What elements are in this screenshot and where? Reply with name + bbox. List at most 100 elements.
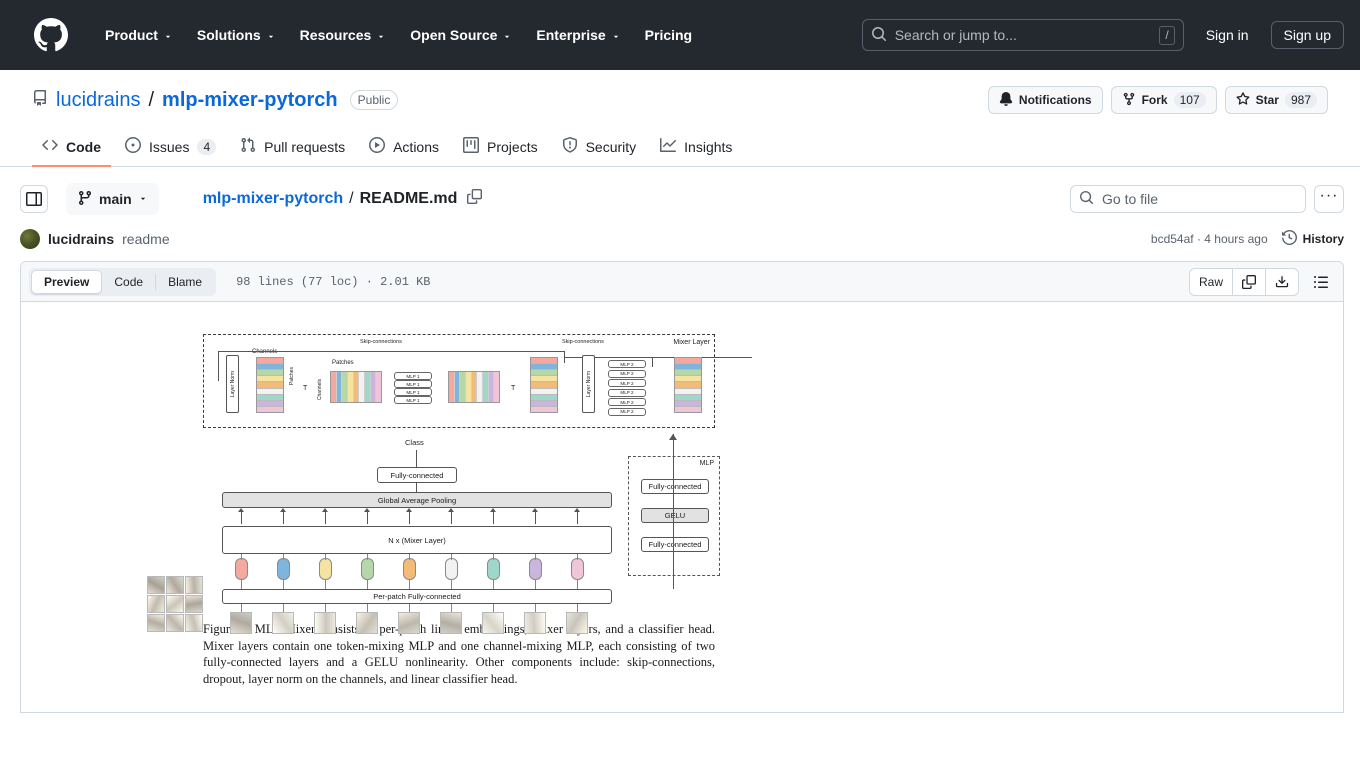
more-options-button[interactable]: ··· bbox=[1314, 185, 1344, 213]
skip-connections-label-right: Skip-connections bbox=[562, 339, 604, 345]
layer-norm-2: Layer Norm bbox=[582, 355, 595, 413]
view-blame-button[interactable]: Blame bbox=[156, 270, 214, 294]
mlp-detail-through-arrow bbox=[673, 434, 674, 589]
source-image-patch bbox=[166, 614, 184, 632]
token-band bbox=[257, 406, 283, 412]
mlp2-box: MLP 2 bbox=[608, 379, 646, 387]
tab-issues[interactable]: Issues 4 bbox=[115, 130, 226, 167]
download-icon[interactable] bbox=[1266, 269, 1298, 295]
copy-raw-icon[interactable] bbox=[1233, 268, 1266, 295]
source-image-patch bbox=[185, 595, 203, 613]
avatar[interactable] bbox=[20, 229, 40, 249]
git-pull-request-icon bbox=[240, 137, 256, 156]
history-link[interactable]: History bbox=[1281, 229, 1344, 248]
search-input[interactable]: Search or jump to... / bbox=[861, 19, 1184, 51]
repo-name-link[interactable]: mlp-mixer-pytorch bbox=[162, 89, 338, 112]
outline-icon[interactable] bbox=[1307, 268, 1335, 296]
sign-in-button[interactable]: Sign in bbox=[1198, 22, 1257, 48]
mixer-layer-label: Mixer Layer bbox=[673, 339, 710, 346]
pooling-arrowhead bbox=[490, 508, 497, 512]
search-shortcut-key: / bbox=[1159, 25, 1175, 45]
source-image-patch bbox=[166, 595, 184, 613]
mlp1-box: MLP 1 bbox=[394, 372, 432, 380]
mixer-output-stack bbox=[674, 357, 702, 413]
nav-item-open-source[interactable]: Open Source bbox=[398, 21, 524, 49]
search-icon bbox=[871, 26, 887, 45]
tab-code[interactable]: Code bbox=[32, 130, 111, 167]
image-patch-thumbnail bbox=[440, 612, 462, 634]
copy-path-icon[interactable] bbox=[467, 189, 483, 209]
commit-author-link[interactable]: lucidrains bbox=[48, 231, 114, 247]
branch-selector-button[interactable]: main bbox=[66, 183, 159, 215]
tab-security[interactable]: Security bbox=[552, 130, 647, 167]
view-code-button[interactable]: Code bbox=[102, 270, 155, 294]
pooling-input-arrow bbox=[325, 510, 326, 524]
raw-button[interactable]: Raw bbox=[1190, 268, 1233, 295]
view-preview-button[interactable]: Preview bbox=[31, 269, 103, 294]
nav-item-pricing[interactable]: Pricing bbox=[633, 21, 704, 49]
sign-up-button[interactable]: Sign up bbox=[1270, 21, 1344, 49]
tab-code-label: Code bbox=[66, 138, 101, 155]
patch-to-fc-stem bbox=[493, 604, 494, 612]
pill-stem-up bbox=[493, 554, 494, 560]
mlp2-box: MLP 2 bbox=[608, 398, 646, 406]
star-button[interactable]: Star 987 bbox=[1224, 86, 1328, 114]
image-patch-thumbnail bbox=[398, 612, 420, 634]
source-image-patch bbox=[185, 576, 203, 594]
tab-pull-requests[interactable]: Pull requests bbox=[230, 130, 355, 167]
pooling-input-arrow bbox=[535, 510, 536, 524]
pooling-input-arrow bbox=[493, 510, 494, 524]
source-image-patch bbox=[147, 595, 165, 613]
page-title: lucidrains / mlp-mixer-pytorch Public bbox=[32, 89, 399, 112]
sidebar-toggle-button[interactable] bbox=[20, 185, 48, 213]
patch-to-fc-stem bbox=[451, 604, 452, 612]
image-patch-thumbnail bbox=[230, 612, 252, 634]
nav-item-resources[interactable]: Resources bbox=[288, 21, 399, 49]
file-view-switcher: Preview Code Blame bbox=[29, 267, 217, 296]
branch-name: main bbox=[99, 191, 132, 207]
patch-embedding-pill bbox=[444, 558, 458, 580]
breadcrumb-repo-link[interactable]: mlp-mixer-pytorch bbox=[203, 190, 343, 208]
github-logo[interactable] bbox=[34, 18, 68, 52]
graph-icon bbox=[660, 137, 677, 156]
transpose-label-2: T bbox=[511, 385, 516, 392]
pooling-arrowhead bbox=[406, 508, 413, 512]
go-to-file-input[interactable]: Go to file bbox=[1070, 185, 1306, 213]
nav-item-product[interactable]: Product bbox=[93, 21, 185, 49]
tab-projects[interactable]: Projects bbox=[453, 130, 548, 167]
go-to-file-placeholder: Go to file bbox=[1102, 191, 1159, 207]
file-content-box: Preview Code Blame 98 lines (77 loc) · 2… bbox=[20, 261, 1344, 713]
class-label: Class bbox=[405, 438, 424, 447]
mlp-fc-top-box: Fully-connected bbox=[641, 479, 709, 494]
tab-insights[interactable]: Insights bbox=[650, 130, 742, 167]
pill-stem-up bbox=[535, 554, 536, 560]
fork-button[interactable]: Fork 107 bbox=[1110, 86, 1217, 114]
fork-count: 107 bbox=[1173, 92, 1206, 108]
nav-item-solutions[interactable]: Solutions bbox=[185, 21, 288, 49]
tab-actions[interactable]: Actions bbox=[359, 130, 449, 167]
patch-embedding-pill bbox=[528, 558, 542, 580]
classifier-fully-connected-box: Fully-connected bbox=[377, 467, 457, 483]
pooling-input-arrow bbox=[451, 510, 452, 524]
mlp-mixer-figure: Mixer Layer Skip-connections Skip-connec… bbox=[147, 334, 752, 687]
patch-to-fc-stem bbox=[241, 604, 242, 612]
pill-stem-down bbox=[409, 580, 410, 589]
nav-item-enterprise[interactable]: Enterprise bbox=[524, 21, 632, 49]
commit-sha[interactable]: bcd54af bbox=[1151, 232, 1194, 246]
notifications-label: Notifications bbox=[1018, 93, 1092, 107]
notifications-button[interactable]: Notifications bbox=[987, 86, 1103, 114]
chevron-down-icon bbox=[611, 29, 621, 39]
search-placeholder: Search or jump to... bbox=[894, 27, 1017, 43]
patch-embedding-pill bbox=[318, 558, 332, 580]
pill-stem-down bbox=[367, 580, 368, 589]
pill-stem-down bbox=[325, 580, 326, 589]
transposed-patch-block bbox=[330, 371, 382, 403]
patch-embedding-pill bbox=[360, 558, 374, 580]
star-label: Star bbox=[1255, 93, 1279, 107]
input-token-stack bbox=[256, 357, 284, 413]
commit-time: · 4 hours ago bbox=[1196, 232, 1268, 246]
commit-message-link[interactable]: readme bbox=[122, 231, 169, 247]
skip-wire-top-left bbox=[218, 351, 564, 352]
repo-owner-link[interactable]: lucidrains bbox=[56, 89, 140, 112]
class-arrow bbox=[416, 450, 417, 468]
